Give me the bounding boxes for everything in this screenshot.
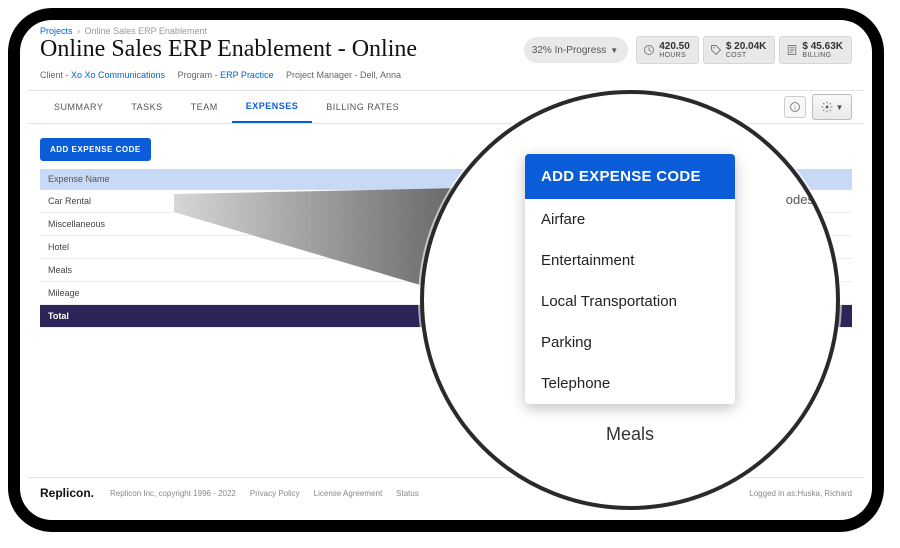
breadcrumb-separator: › — [77, 26, 80, 36]
brand-logo: Replicon. — [40, 486, 94, 500]
stat-billing-value: $ 45.63K — [802, 41, 843, 52]
stat-billing-label: BILLING — [802, 52, 845, 59]
expense-code-dropdown: ADD EXPENSE CODE Airfare Entertainment L… — [525, 154, 735, 404]
project-meta: Client - Xo Xo Communications Program - … — [28, 64, 864, 91]
progress-chip[interactable]: 32% In-Progress ▼ — [524, 37, 628, 63]
stat-billing[interactable]: $ 45.63K BILLING — [779, 36, 852, 64]
tab-team[interactable]: TEAM — [177, 92, 232, 122]
program-link[interactable]: ERP Practice — [220, 70, 273, 80]
footer-copyright: Replicon Inc, copyright 1996 - 2022 — [110, 489, 236, 498]
stat-hours[interactable]: 420.50 HOURS — [636, 36, 699, 64]
footer-license-link[interactable]: License Agreement — [314, 489, 383, 498]
tab-summary[interactable]: SUMMARY — [40, 92, 117, 122]
expense-cell: Car Rental — [40, 190, 284, 213]
tab-billing-rates[interactable]: BILLING RATES — [312, 92, 413, 122]
dropdown-item-local-transportation[interactable]: Local Transportation — [525, 281, 735, 322]
breadcrumb: Projects › Online Sales ERP Enablement — [28, 22, 864, 36]
footer-status-link[interactable]: Status — [396, 489, 419, 498]
pm-label: Project Manager - — [286, 70, 360, 80]
expense-cell: Miscellaneous — [40, 213, 284, 236]
stat-cost[interactable]: $ 20.04K COST — [703, 36, 776, 64]
expense-cell: Meals — [40, 259, 284, 282]
breadcrumb-root[interactable]: Projects — [40, 26, 73, 36]
tag-icon — [710, 44, 722, 56]
client-label: Client - — [40, 70, 71, 80]
program-label: Program - — [178, 70, 221, 80]
dropdown-header-button[interactable]: ADD EXPENSE CODE — [525, 154, 735, 199]
expense-header-name[interactable]: Expense Name — [40, 169, 284, 190]
zoom-bg-list-item: Meals — [606, 424, 654, 445]
add-expense-code-button[interactable]: ADD EXPENSE CODE — [40, 138, 151, 161]
pm-name: Dell, Anna — [360, 70, 401, 80]
expense-cell: Mileage — [40, 282, 284, 305]
progress-percent: 32% — [532, 45, 552, 56]
tab-tasks[interactable]: TASKS — [117, 92, 176, 122]
dropdown-item-airfare[interactable]: Airfare — [525, 199, 735, 240]
caret-down-icon: ▼ — [836, 103, 844, 112]
dropdown-item-telephone[interactable]: Telephone — [525, 363, 735, 404]
caret-down-icon: ▼ — [610, 46, 618, 55]
zoom-bg-codes-text: odes — [786, 192, 814, 207]
client-link[interactable]: Xo Xo Communications — [71, 70, 165, 80]
stat-cost-value: $ 20.04K — [726, 41, 767, 52]
total-label: Total — [40, 305, 284, 328]
footer-privacy-link[interactable]: Privacy Policy — [250, 489, 300, 498]
breadcrumb-current: Online Sales ERP Enablement — [85, 26, 207, 36]
stat-hours-label: HOURS — [659, 52, 692, 59]
stat-hours-value: 420.50 — [659, 41, 690, 52]
page-title: Online Sales ERP Enablement - Online — [40, 36, 524, 63]
stat-cost-label: COST — [726, 52, 769, 59]
dropdown-item-parking[interactable]: Parking — [525, 322, 735, 363]
invoice-icon — [786, 44, 798, 56]
clock-icon — [643, 44, 655, 56]
tab-expenses[interactable]: EXPENSES — [232, 91, 313, 123]
dropdown-item-entertainment[interactable]: Entertainment — [525, 240, 735, 281]
expense-cell: Hotel — [40, 236, 284, 259]
zoom-callout: odes ADD EXPENSE CODE Airfare Entertainm… — [420, 90, 840, 510]
progress-status-label: In-Progress — [555, 45, 607, 56]
